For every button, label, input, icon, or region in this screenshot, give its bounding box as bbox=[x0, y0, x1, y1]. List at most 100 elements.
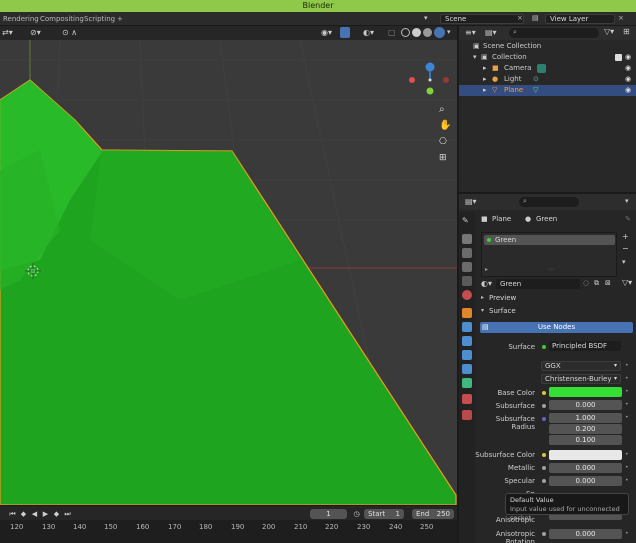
list-item[interactable]: ▣ Scene Collection bbox=[459, 41, 636, 52]
remove-slot-button[interactable]: − bbox=[622, 244, 629, 253]
scene-icon[interactable]: ▾ bbox=[424, 14, 438, 24]
next-keyframe-icon[interactable]: ◆ bbox=[52, 510, 61, 519]
editor-type-icon[interactable]: ≡▾ bbox=[465, 28, 476, 37]
list-item-selected[interactable]: ▸ ▽ Plane ▽ ◉ bbox=[459, 85, 636, 96]
particles-tab-icon[interactable] bbox=[462, 336, 472, 346]
tab-compositing[interactable]: Compositing bbox=[40, 15, 84, 23]
subsurface-color-swatch[interactable] bbox=[549, 450, 622, 460]
tab-rendering[interactable]: Rendering bbox=[3, 15, 39, 23]
list-item[interactable]: ▸ ● Light ⊙ ◉ bbox=[459, 74, 636, 85]
data-tab-icon[interactable] bbox=[462, 378, 472, 388]
close-scene-icon[interactable]: × bbox=[517, 14, 525, 24]
editor-type-icon[interactable]: ▤▾ bbox=[465, 197, 477, 206]
tab-scripting[interactable]: Scripting bbox=[84, 15, 115, 23]
jump-start-icon[interactable]: ⏮ bbox=[8, 510, 17, 519]
eye-icon[interactable]: ◉ bbox=[625, 74, 631, 85]
expand-icon[interactable]: ▸ bbox=[483, 63, 487, 74]
timeline-ruler[interactable]: 120 130 140 150 160 170 180 190 200 210 … bbox=[0, 520, 457, 543]
rendered-shading-icon[interactable] bbox=[434, 27, 445, 38]
prev-keyframe-icon[interactable]: ◆ bbox=[19, 510, 28, 519]
xray-icon[interactable]: ▢ bbox=[388, 28, 396, 37]
scene-selector[interactable]: Scene bbox=[440, 14, 524, 24]
close-view-layer-icon[interactable]: × bbox=[618, 14, 626, 24]
material-name-field[interactable]: Green bbox=[496, 279, 580, 289]
shading-options-icon[interactable]: ▾ bbox=[447, 28, 451, 36]
fake-user-icon[interactable]: ◌ bbox=[583, 279, 589, 287]
add-workspace-button[interactable]: + bbox=[117, 15, 123, 23]
keyframe-dot[interactable]: • bbox=[625, 401, 629, 408]
gizmo-toggle-icon[interactable] bbox=[340, 27, 350, 38]
surface-panel-header[interactable]: ▾ Surface bbox=[477, 306, 635, 318]
overlays-icon[interactable]: ◐▾ bbox=[363, 28, 374, 37]
scene-tab-icon[interactable] bbox=[462, 276, 472, 286]
options-chevron-icon[interactable]: ▾ bbox=[625, 197, 629, 205]
object-tab-icon[interactable] bbox=[462, 308, 472, 318]
add-slot-button[interactable]: + bbox=[622, 232, 629, 241]
current-frame-field[interactable]: 1 bbox=[310, 509, 347, 519]
expand-icon[interactable]: ▸ bbox=[483, 85, 487, 96]
radius-x-field[interactable]: 1.000 bbox=[549, 413, 622, 423]
metallic-field[interactable]: 0.000 bbox=[549, 463, 622, 473]
display-mode-icon[interactable]: ▤▾ bbox=[485, 28, 497, 37]
play-icon[interactable]: ▶ bbox=[41, 510, 50, 519]
wireframe-shading-icon[interactable] bbox=[401, 28, 410, 37]
start-frame-field[interactable]: Start 1 bbox=[364, 509, 404, 519]
keyframe-dot[interactable]: • bbox=[625, 530, 629, 537]
properties-search-input[interactable]: ⌕ bbox=[519, 197, 579, 207]
keyframe-dot[interactable]: • bbox=[625, 362, 629, 369]
material-tab-icon[interactable] bbox=[462, 394, 472, 404]
resize-handle[interactable]: ⋯ bbox=[548, 266, 554, 273]
perspective-grid-icon[interactable]: ⊞ bbox=[439, 153, 451, 165]
viewport-visibility-icon[interactable]: ◉▾ bbox=[321, 28, 332, 37]
eye-icon[interactable]: ◉ bbox=[625, 63, 631, 74]
keyframe-dot[interactable]: • bbox=[625, 464, 629, 471]
keyframe-dot[interactable]: • bbox=[625, 414, 629, 421]
render-tab-icon[interactable] bbox=[462, 234, 472, 244]
pin-icon[interactable]: ✎ bbox=[625, 215, 631, 223]
preview-range-icon[interactable]: ◷ bbox=[352, 510, 361, 519]
keyframe-dot[interactable]: • bbox=[625, 451, 629, 458]
unlink-icon[interactable]: ⊠ bbox=[605, 279, 611, 287]
keyframe-dot[interactable]: • bbox=[625, 388, 629, 395]
modifier-tab-icon[interactable] bbox=[462, 322, 472, 332]
zoom-icon[interactable]: ⌕ bbox=[439, 104, 451, 116]
play-reverse-icon[interactable]: ◀ bbox=[30, 510, 39, 519]
preview-panel-header[interactable]: ▸ Preview bbox=[477, 293, 635, 305]
keyframe-dot[interactable]: • bbox=[625, 375, 629, 382]
radius-y-field[interactable]: 0.200 bbox=[549, 424, 622, 434]
3d-viewport[interactable]: ⌕ ✋ ⎔ ⊞ bbox=[0, 40, 457, 505]
base-color-swatch[interactable] bbox=[549, 387, 622, 397]
end-frame-field[interactable]: End 250 bbox=[412, 509, 454, 519]
jump-end-icon[interactable]: ⏭ bbox=[63, 510, 72, 519]
view-layer-tab-icon[interactable] bbox=[462, 262, 472, 272]
specular-field[interactable]: 0.000 bbox=[549, 476, 622, 486]
eye-icon[interactable]: ◉ bbox=[625, 85, 631, 96]
texture-tab-icon[interactable] bbox=[462, 410, 472, 420]
link-mode-icon[interactable]: ▽▾ bbox=[622, 278, 632, 287]
distribution-dropdown[interactable]: GGX ▾ bbox=[541, 361, 621, 371]
constraints-tab-icon[interactable] bbox=[462, 364, 472, 374]
new-collection-icon[interactable]: ⊞ bbox=[623, 27, 630, 36]
expand-icon[interactable]: ▸ bbox=[485, 266, 488, 273]
view-layer-selector[interactable]: View Layer bbox=[545, 14, 615, 24]
proportional-edit-icon[interactable]: ⊙ ∧ bbox=[62, 28, 77, 37]
duplicate-icon[interactable]: ⧉ bbox=[594, 279, 599, 288]
keyframe-dot[interactable]: • bbox=[625, 477, 629, 484]
use-nodes-button[interactable]: ▤ Use Nodes bbox=[480, 322, 633, 333]
filter-icon[interactable]: ▽▾ bbox=[604, 27, 614, 36]
physics-tab-icon[interactable] bbox=[462, 350, 472, 360]
camera-view-icon[interactable]: ⎔ bbox=[439, 137, 451, 149]
list-item[interactable]: ▸ ■ Camera ◉ bbox=[459, 63, 636, 74]
subsurface-field[interactable]: 0.000 bbox=[549, 400, 622, 410]
subsurface-method-dropdown[interactable]: Christensen-Burley ▾ bbox=[541, 374, 621, 384]
material-slot-item[interactable]: Green bbox=[484, 235, 615, 245]
expand-icon[interactable]: ▾ bbox=[473, 52, 477, 63]
view-layer-icon[interactable]: ▤ bbox=[532, 14, 542, 24]
expand-icon[interactable]: ▸ bbox=[483, 74, 487, 85]
output-tab-icon[interactable] bbox=[462, 248, 472, 258]
list-item[interactable]: ▾ ▣ Collection ◉ bbox=[459, 52, 636, 63]
material-slot-list[interactable]: Green ▸ ⋯ bbox=[481, 232, 617, 277]
checkbox-icon[interactable] bbox=[615, 54, 622, 61]
anisotropic-rotation-field[interactable]: 0.000 bbox=[549, 529, 622, 539]
material-shading-icon[interactable] bbox=[423, 28, 432, 37]
